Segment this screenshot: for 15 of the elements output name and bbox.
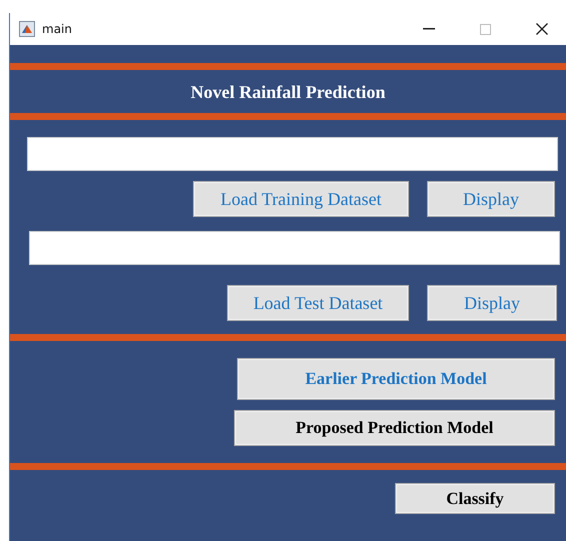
maximize-icon[interactable] <box>480 24 491 34</box>
minimize-icon[interactable] <box>423 28 435 30</box>
display-button[interactable]: Display <box>427 285 557 321</box>
input-field[interactable] <box>27 137 558 171</box>
close-icon[interactable] <box>536 23 548 35</box>
action-button[interactable]: Classify <box>395 483 555 514</box>
action-button[interactable]: Earlier Prediction Model <box>237 358 555 400</box>
action-button[interactable]: Load Training Dataset <box>193 181 409 217</box>
action-button[interactable]: Proposed Prediction Model <box>234 410 555 446</box>
window-title: main <box>42 22 72 36</box>
app-heading: Novel Rainfall Prediction <box>190 81 386 104</box>
input-field[interactable] <box>29 231 560 265</box>
action-button[interactable]: Load Test Dataset <box>227 285 409 321</box>
display-button[interactable]: Display <box>427 181 555 217</box>
app-icon <box>19 21 35 37</box>
